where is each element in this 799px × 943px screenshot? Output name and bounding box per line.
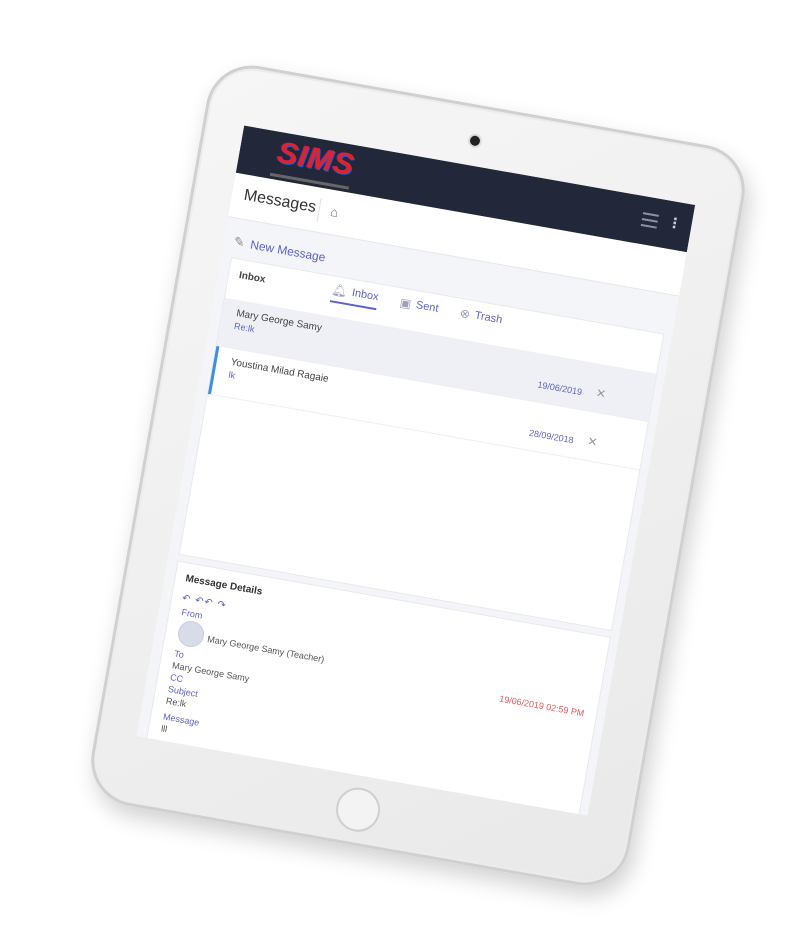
- cc-label: CC: [169, 672, 184, 685]
- home-icon[interactable]: ⌂: [329, 204, 339, 220]
- subject-value: Re:lk: [165, 695, 188, 710]
- message-snippet: lk: [227, 369, 236, 381]
- details-heading: Message Details: [184, 573, 264, 598]
- tablet-frame: SIMS ⋮ Messages ⌂ ✎ New Message Inbox 🔔︎: [83, 58, 753, 893]
- avatar: [175, 618, 207, 650]
- page-title: Messages: [242, 186, 318, 217]
- message-snippet: Re:lk: [233, 320, 256, 335]
- to-label: To: [173, 648, 185, 660]
- detail-date: 19/06/2019 02:59 PM: [498, 693, 586, 719]
- bell-icon: 🔔︎: [330, 282, 349, 299]
- tab-trash-label: Trash: [473, 309, 504, 327]
- pencil-icon: ✎: [232, 233, 246, 251]
- from-value: Mary George Samy (Teacher): [206, 633, 326, 665]
- new-message-label: New Message: [249, 237, 327, 265]
- tab-inbox-label: Inbox: [350, 286, 380, 304]
- tab-sent-label: Sent: [415, 299, 440, 315]
- home-button[interactable]: [332, 784, 384, 836]
- tab-sent[interactable]: ▣ Sent: [398, 290, 441, 320]
- message-value: lll: [160, 723, 168, 735]
- menu-icon[interactable]: [640, 212, 659, 229]
- header-divider: [316, 197, 322, 222]
- delete-icon[interactable]: ✕: [595, 386, 607, 402]
- app-screen: SIMS ⋮ Messages ⌂ ✎ New Message Inbox 🔔︎: [136, 125, 696, 816]
- message-label: Message: [162, 711, 201, 728]
- reply-all-icon[interactable]: ↶↶: [194, 595, 214, 609]
- reply-icon[interactable]: ↶: [181, 593, 192, 605]
- tab-inbox[interactable]: 🔔︎ Inbox: [329, 278, 381, 311]
- trash-icon: ⊗: [458, 305, 472, 322]
- camera-icon: [469, 135, 481, 147]
- tab-trash[interactable]: ⊗ Trash: [458, 301, 504, 332]
- inbox-heading: Inbox: [238, 269, 267, 286]
- sent-icon: ▣: [398, 295, 413, 312]
- message-date: 19/06/2019: [536, 379, 583, 398]
- to-value: Mary George Samy: [171, 660, 251, 684]
- delete-icon[interactable]: ✕: [586, 434, 598, 450]
- from-label: From: [180, 607, 204, 621]
- top-bar-icons: ⋮: [640, 212, 684, 233]
- more-options-icon[interactable]: ⋮: [666, 214, 684, 233]
- message-date: 28/09/2018: [528, 427, 575, 446]
- forward-icon[interactable]: ↷: [216, 599, 227, 611]
- message-list: Mary George Samy Re:lk 19/06/2019 ✕ Yous…: [207, 297, 657, 471]
